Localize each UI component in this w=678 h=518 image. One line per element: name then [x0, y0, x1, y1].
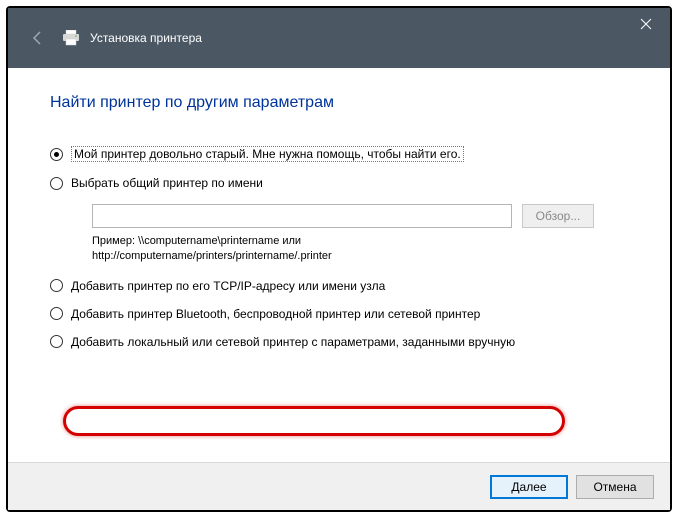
page-heading: Найти принтер по другим параметрам: [50, 94, 628, 112]
radio-local-manual[interactable]: [50, 335, 63, 348]
name-input-row: Обзор...: [92, 204, 628, 228]
radio-shared-by-name[interactable]: [50, 177, 63, 190]
close-button[interactable]: [622, 8, 670, 40]
footer-bar: Далее Отмена: [8, 462, 670, 510]
radio-tcpip[interactable]: [50, 279, 63, 292]
option-shared-by-name[interactable]: Выбрать общий принтер по имени: [50, 176, 628, 190]
back-button[interactable]: [28, 28, 48, 48]
example-line-1: Пример: \\computername\printername или: [92, 234, 628, 249]
window-title: Установка принтера: [90, 31, 202, 45]
radio-old-printer[interactable]: [50, 148, 63, 161]
printer-icon: [62, 30, 80, 46]
label-old-printer: Мой принтер довольно старый. Мне нужна п…: [71, 146, 464, 162]
wizard-window: Установка принтера Найти принтер по друг…: [6, 6, 672, 512]
titlebar: Установка принтера: [8, 8, 670, 68]
label-tcpip: Добавить принтер по его TCP/IP-адресу ил…: [71, 279, 385, 293]
label-bluetooth: Добавить принтер Bluetooth, беспроводной…: [71, 307, 480, 321]
label-shared-by-name: Выбрать общий принтер по имени: [71, 176, 263, 190]
close-icon: [640, 18, 652, 30]
cancel-button[interactable]: Отмена: [576, 475, 654, 499]
example-line-2: http://computername/printers/printername…: [92, 249, 628, 264]
browse-button: Обзор...: [522, 204, 594, 228]
radio-bluetooth[interactable]: [50, 307, 63, 320]
next-button[interactable]: Далее: [490, 475, 568, 499]
option-old-printer[interactable]: Мой принтер довольно старый. Мне нужна п…: [50, 146, 628, 162]
content-area: Найти принтер по другим параметрам Мой п…: [8, 68, 670, 462]
back-arrow-icon: [29, 29, 47, 47]
option-local-manual[interactable]: Добавить локальный или сетевой принтер с…: [50, 335, 628, 349]
printer-name-input[interactable]: [92, 204, 512, 228]
shared-by-name-sub: Обзор... Пример: \\computername\printern…: [92, 204, 628, 265]
label-local-manual: Добавить локальный или сетевой принтер с…: [71, 335, 515, 349]
option-tcpip[interactable]: Добавить принтер по его TCP/IP-адресу ил…: [50, 279, 628, 293]
option-bluetooth[interactable]: Добавить принтер Bluetooth, беспроводной…: [50, 307, 628, 321]
